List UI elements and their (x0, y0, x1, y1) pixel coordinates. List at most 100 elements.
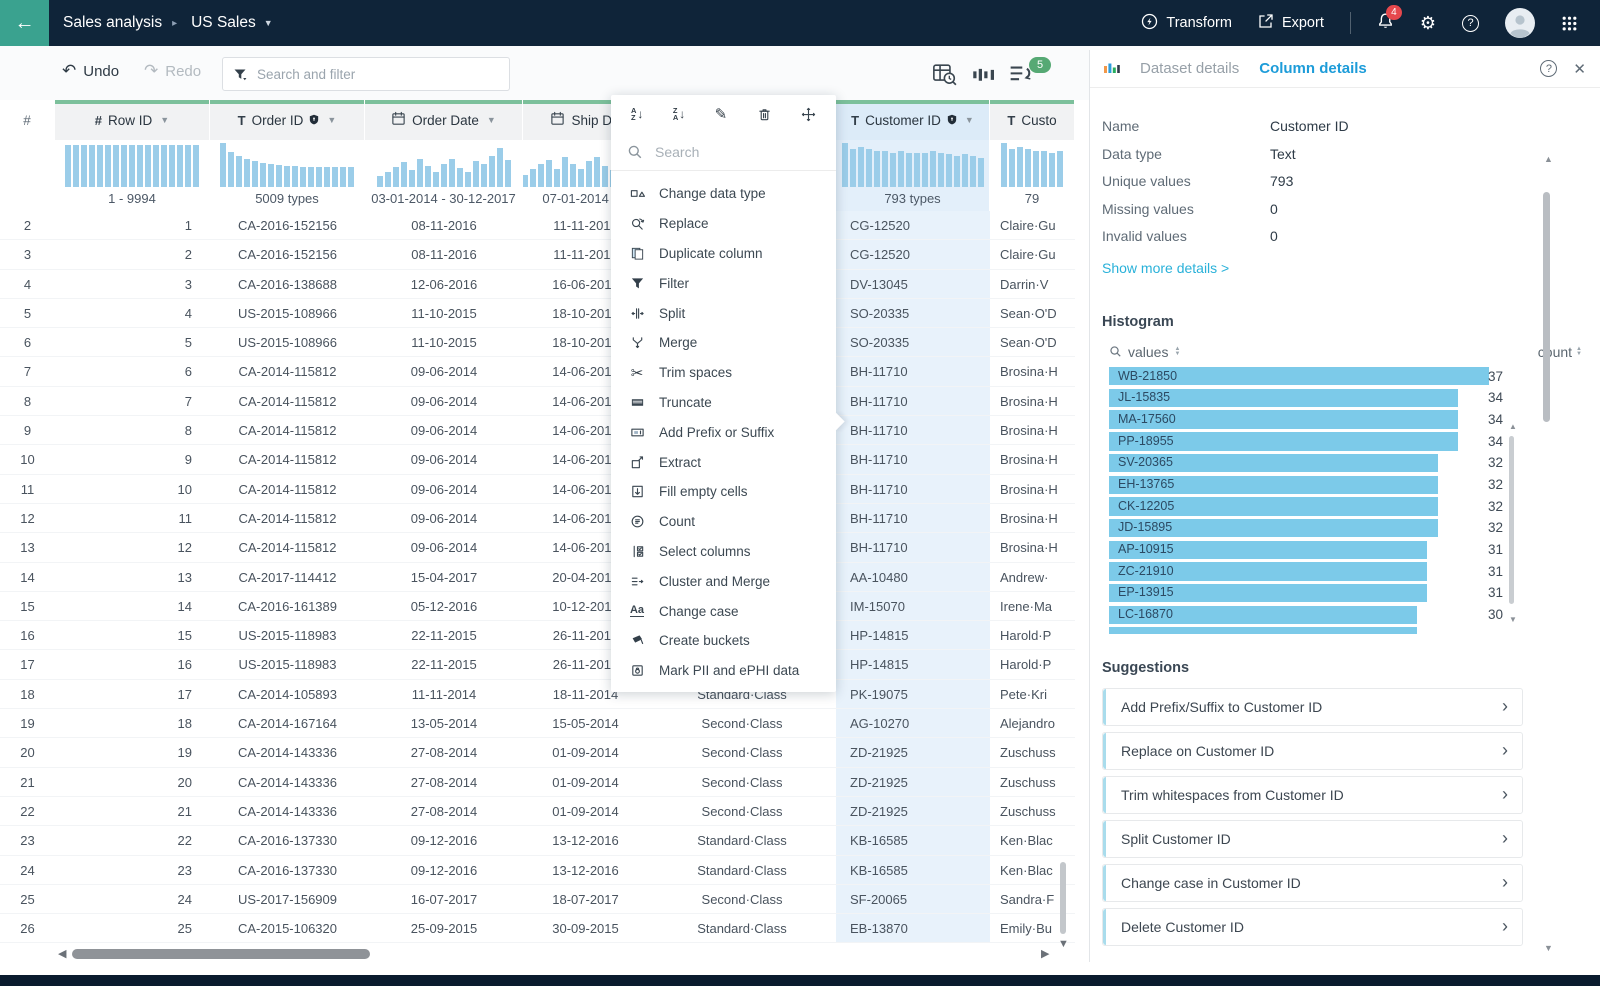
column-menu-caret-icon[interactable]: ▼ (327, 115, 336, 125)
vertical-scrollbar[interactable] (1060, 862, 1066, 934)
table-cell[interactable]: Brosina·H (990, 504, 1075, 532)
table-cell[interactable]: 11-11-2014 (365, 680, 523, 708)
table-cell[interactable]: Brosina·H (990, 533, 1075, 561)
table-row[interactable]: 26 25 CA-2015-106320 25-09-2015 30-09-2015 St… (0, 914, 1075, 944)
table-cell[interactable]: CA-2017-114412 (210, 563, 365, 591)
table-cell[interactable]: 6 (55, 357, 210, 385)
table-row[interactable]: 5 4 US-2015-108966 11-10-2015 18-10-2015 SO-2… (0, 298, 1075, 329)
table-cell[interactable]: Ken·Blac (990, 826, 1075, 854)
show-more-details-link[interactable]: Show more details > (1102, 260, 1229, 276)
transform-button[interactable]: Transform (1141, 13, 1232, 34)
table-row[interactable]: 23 22 CA-2016-137330 09-12-2016 13-12-2016 St… (0, 826, 1075, 856)
menu-item-duplicate-column[interactable]: Duplicate column (611, 239, 836, 269)
table-cell[interactable]: Harold·P (990, 621, 1075, 649)
table-cell[interactable]: 09-12-2016 (365, 826, 523, 854)
redo-button[interactable]: ↷ Redo (144, 61, 201, 81)
table-cell[interactable]: 27-08-2014 (365, 768, 523, 796)
table-cell[interactable]: 15-04-2017 (365, 563, 523, 591)
table-cell[interactable]: 09-12-2016 (365, 856, 523, 884)
column-histogram-customer_id[interactable]: 793 types (836, 140, 989, 211)
table-cell[interactable]: 18 (0, 680, 55, 708)
table-row[interactable]: 18 17 CA-2014-105893 11-11-2014 18-11-2014 St… (0, 679, 1075, 710)
table-cell[interactable]: US-2015-118983 (210, 621, 365, 649)
delete-icon[interactable] (757, 107, 772, 122)
values-sort-icon[interactable]: ▲ ▼ (1174, 346, 1180, 357)
table-cell[interactable]: 05-12-2016 (365, 592, 523, 620)
table-cell[interactable]: 01-09-2014 (523, 738, 648, 766)
table-cell[interactable]: Irene·Ma (990, 592, 1075, 620)
column-histogram-customer_name[interactable]: 79 (990, 140, 1074, 211)
edit-icon[interactable]: ✎ (715, 105, 728, 123)
table-cell[interactable]: 12 (55, 533, 210, 561)
table-cell[interactable]: Second·Class (648, 885, 836, 913)
table-cell[interactable]: Brosina·H (990, 445, 1075, 473)
histogram-row[interactable]: JL-15835 34 (1109, 387, 1505, 409)
table-cell[interactable]: 09-06-2014 (365, 475, 523, 503)
column-menu-caret-icon[interactable]: ▼ (160, 115, 169, 125)
table-cell[interactable]: AA-10480 (836, 562, 990, 591)
table-cell[interactable]: Standard·Class (648, 914, 836, 942)
table-cell[interactable]: Sean·O'D (990, 299, 1075, 327)
table-cell[interactable]: US-2015-108966 (210, 328, 365, 356)
table-cell[interactable]: 1 (55, 211, 210, 239)
table-cell[interactable]: 4 (0, 270, 55, 298)
data-preview-button[interactable] (932, 62, 958, 92)
table-cell[interactable]: CA-2014-115812 (210, 445, 365, 473)
menu-item-extract[interactable]: Extract (611, 447, 836, 477)
hscroll-left-arrow[interactable]: ◀ (58, 947, 66, 960)
table-cell[interactable]: BH-11710 (836, 474, 990, 503)
tab-column-details[interactable]: Column details (1259, 60, 1367, 77)
table-cell[interactable]: CA-2014-167164 (210, 709, 365, 737)
table-cell[interactable]: 09-06-2014 (365, 445, 523, 473)
table-cell[interactable]: 09-06-2014 (365, 533, 523, 561)
hscroll-right-arrow[interactable]: ▶ (1041, 947, 1049, 960)
table-cell[interactable]: 08-11-2016 (365, 240, 523, 268)
table-cell[interactable]: 09-06-2014 (365, 504, 523, 532)
table-cell[interactable]: KB-16585 (836, 855, 990, 884)
table-cell[interactable]: KB-16585 (836, 826, 990, 855)
table-cell[interactable]: Second·Class (648, 797, 836, 825)
table-cell[interactable]: ZD-21925 (836, 738, 990, 767)
menu-item-change-case[interactable]: Aa Change case (611, 596, 836, 626)
vscroll-down-arrow[interactable]: ▼ (1058, 938, 1069, 950)
column-histogram-order_id[interactable]: 5009 types (210, 140, 364, 211)
menu-item-filter[interactable]: Filter (611, 268, 836, 298)
panel-help-icon[interactable]: ? (1540, 60, 1558, 77)
panel-scroll-up[interactable]: ▲ (1544, 154, 1553, 164)
table-cell[interactable]: 27-08-2014 (365, 738, 523, 766)
table-cell[interactable]: 18 (55, 709, 210, 737)
values-search-icon[interactable] (1109, 345, 1122, 358)
table-cell[interactable]: 20 (55, 768, 210, 796)
table-cell[interactable]: CG-12520 (836, 211, 990, 240)
column-header-order_id[interactable]: T Order ID ▼ (210, 100, 364, 140)
histogram-row[interactable]: AP-10915 31 (1109, 539, 1505, 561)
suggestion-card[interactable]: Replace on Customer ID › (1102, 731, 1523, 770)
table-row[interactable]: 8 7 CA-2014-115812 09-06-2014 14-06-2014 BH-1… (0, 386, 1075, 417)
user-avatar[interactable] (1505, 8, 1535, 38)
table-cell[interactable]: 01-09-2014 (523, 797, 648, 825)
table-cell[interactable]: 19 (55, 738, 210, 766)
table-cell[interactable]: CA-2014-115812 (210, 475, 365, 503)
table-row[interactable]: 22 21 CA-2014-143336 27-08-2014 01-09-2014 Se… (0, 796, 1075, 827)
table-cell[interactable]: 14 (0, 563, 55, 591)
table-cell[interactable]: US-2015-118983 (210, 650, 365, 678)
table-cell[interactable]: 25 (0, 885, 55, 913)
histogram-row[interactable] (1109, 626, 1505, 634)
table-cell[interactable]: 3 (55, 270, 210, 298)
table-cell[interactable]: CA-2016-138688 (210, 270, 365, 298)
column-stats-button[interactable] (972, 65, 997, 89)
table-cell[interactable]: CG-12520 (836, 240, 990, 269)
table-cell[interactable]: Zuschuss (990, 768, 1075, 796)
table-cell[interactable]: CA-2014-115812 (210, 387, 365, 415)
panel-close-icon[interactable]: ✕ (1573, 60, 1586, 78)
table-cell[interactable]: 24 (55, 885, 210, 913)
help-button[interactable]: ? (1462, 14, 1479, 32)
notifications-button[interactable]: 4 (1377, 4, 1402, 35)
menu-item-count[interactable]: Count (611, 507, 836, 537)
table-cell[interactable]: 2 (55, 240, 210, 268)
table-cell[interactable]: CA-2014-143336 (210, 797, 365, 825)
table-cell[interactable]: BH-11710 (836, 503, 990, 533)
table-cell[interactable]: Brosina·H (990, 416, 1075, 444)
histogram-row[interactable]: CK-12205 32 (1109, 496, 1505, 518)
menu-item-create-buckets[interactable]: Create buckets (611, 626, 836, 656)
